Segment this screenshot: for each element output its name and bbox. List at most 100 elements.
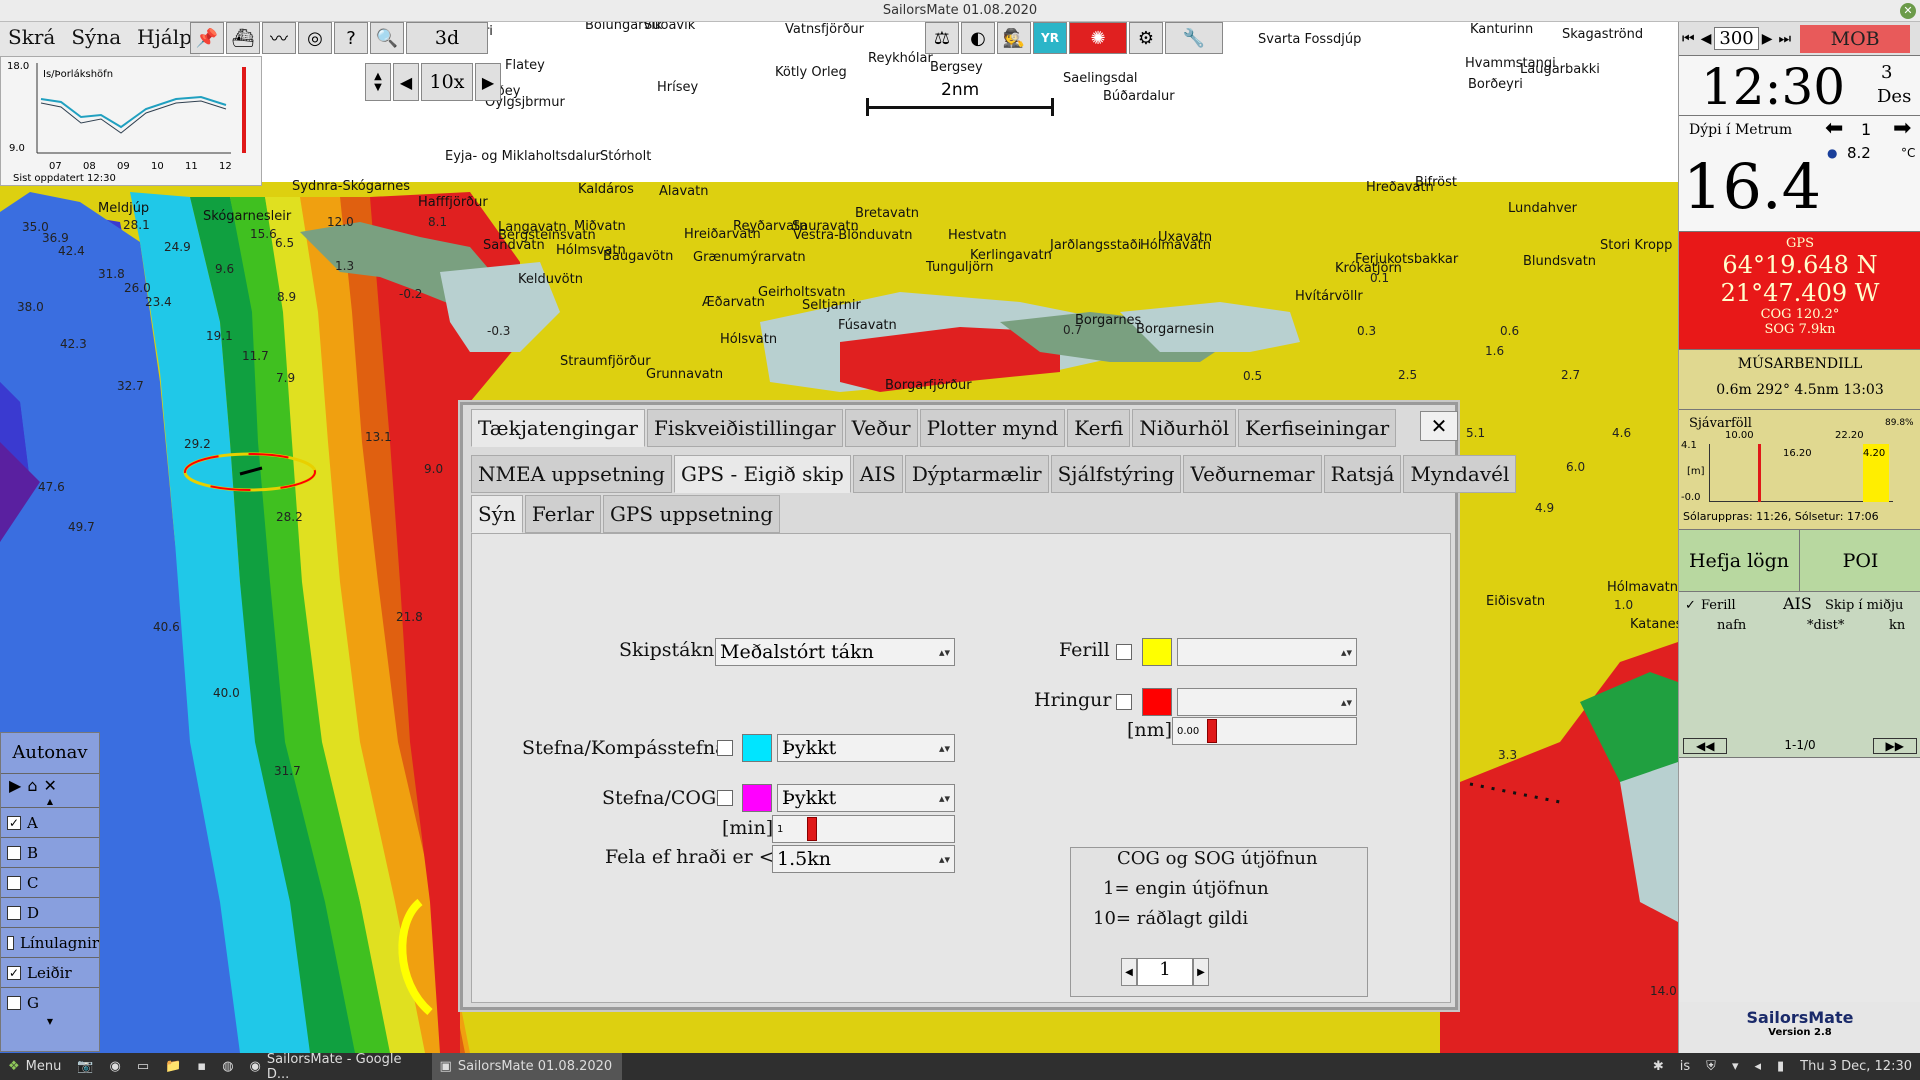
help-icon[interactable]: ?: [334, 22, 368, 54]
ais-track-check[interactable]: Ferill: [1701, 598, 1736, 613]
hide-speed-select[interactable]: 1.5kn ▴▾: [772, 845, 955, 873]
cancel-icon[interactable]: ✕: [43, 776, 56, 795]
home-icon[interactable]: ⌂: [27, 776, 37, 795]
smoothing-spinner[interactable]: ◀ 1 ▶: [1121, 958, 1209, 986]
tab-ais[interactable]: AIS: [852, 455, 903, 493]
checkbox-icon[interactable]: [7, 935, 14, 950]
view-3d-button[interactable]: 3d: [406, 22, 488, 54]
range-value[interactable]: 300: [1714, 27, 1759, 50]
zoom-in-arrow-icon[interactable]: ▶: [475, 63, 501, 101]
increment-arrow-icon[interactable]: ▶: [1193, 958, 1209, 986]
tab-weather[interactable]: Veður: [844, 409, 918, 447]
autonav-item-a[interactable]: ✓ A: [1, 807, 99, 837]
autonav-item-g[interactable]: G: [1, 987, 99, 1017]
heading-line-select[interactable]: Þykkt ▴▾: [777, 734, 955, 762]
tab-fishing[interactable]: Fiskveiðistillingar: [646, 409, 843, 447]
checkbox-icon[interactable]: [7, 905, 21, 920]
tab-gps-setup[interactable]: GPS uppsetning: [602, 495, 781, 533]
menu-file[interactable]: Skrá: [0, 22, 63, 56]
track-line-select[interactable]: ▴▾: [1177, 638, 1357, 666]
ring-line-select[interactable]: ▴▾: [1177, 688, 1357, 716]
target-icon[interactable]: ◎: [298, 22, 332, 54]
skip-back-icon[interactable]: ⏮: [1679, 31, 1698, 47]
tab-depth-sounder[interactable]: Dýptarmælir: [904, 455, 1049, 493]
dialog-close-button[interactable]: ✕: [1420, 411, 1458, 441]
tab-devices[interactable]: Tækjatengingar: [471, 409, 645, 447]
console-launcher-icon[interactable]: ▪: [189, 1053, 214, 1080]
tab-gps-own-ship[interactable]: GPS - Eigið skip: [673, 455, 851, 493]
cog-minutes-slider[interactable]: 1: [772, 815, 955, 843]
chrome-launcher-icon[interactable]: ◉: [102, 1053, 129, 1080]
volume-icon[interactable]: ◂: [1746, 1053, 1769, 1080]
tab-system[interactable]: Kerfi: [1067, 409, 1131, 447]
arrow-left-icon[interactable]: ⬅: [1825, 116, 1843, 141]
terminal-launcher-icon[interactable]: ▭: [129, 1053, 157, 1080]
ship-view-icon[interactable]: ⛴: [226, 22, 260, 54]
track-checkbox[interactable]: [1116, 644, 1132, 660]
taskbar-app-sailorsmate[interactable]: ▣ SailorsMate 01.08.2020: [431, 1053, 622, 1080]
cog-line-select[interactable]: Þykkt ▴▾: [777, 784, 955, 812]
autonav-item-routes[interactable]: ✓ Leiðir: [1, 957, 99, 987]
check-icon[interactable]: ✓: [1685, 598, 1696, 613]
step-forward-icon[interactable]: ▶: [1759, 31, 1776, 47]
tab-camera[interactable]: Myndavél: [1403, 455, 1517, 493]
tab-view[interactable]: Sýn: [471, 495, 523, 533]
menu-view[interactable]: Sýna: [63, 22, 129, 56]
zoom-search-icon[interactable]: 🔍: [370, 22, 404, 54]
zoom-out-arrow-icon[interactable]: ◀: [393, 63, 419, 101]
network-icon[interactable]: ▾: [1724, 1053, 1747, 1080]
skip-forward-icon[interactable]: ⏭: [1776, 31, 1795, 47]
checkbox-icon[interactable]: [7, 845, 21, 860]
arrow-right-icon[interactable]: ➡: [1893, 116, 1911, 141]
heading-checkbox[interactable]: [717, 740, 733, 756]
pin-icon[interactable]: 📌: [190, 22, 224, 54]
rewind-icon[interactable]: ◀◀: [1683, 738, 1728, 754]
ring-checkbox[interactable]: [1116, 694, 1132, 710]
cog-color-swatch[interactable]: [742, 784, 772, 812]
tab-system-units[interactable]: Kerfiseiningar: [1238, 409, 1397, 447]
settings-wheel-icon[interactable]: ⚙: [1129, 22, 1163, 54]
play-icon[interactable]: ▶: [9, 776, 21, 795]
window-close-button[interactable]: ✕: [1900, 3, 1916, 19]
smoothing-value[interactable]: 1: [1137, 958, 1193, 986]
tab-nmea[interactable]: NMEA uppsetning: [471, 455, 672, 493]
fast-forward-icon[interactable]: ▶▶: [1872, 738, 1917, 754]
keyboard-layout[interactable]: is: [1672, 1053, 1698, 1080]
zoom-updown-icon[interactable]: ▲ ▼: [365, 63, 391, 101]
heading-color-swatch[interactable]: [742, 734, 772, 762]
tab-tracks[interactable]: Ferlar: [524, 495, 601, 533]
scroll-down-icon[interactable]: ▼: [1, 1017, 99, 1027]
spy-icon[interactable]: 🕵: [997, 22, 1031, 54]
weather-yr-icon[interactable]: YR: [1033, 22, 1067, 54]
scroll-up-icon[interactable]: ▲: [1, 797, 99, 807]
autonav-item-b[interactable]: B: [1, 837, 99, 867]
cog-checkbox[interactable]: [717, 790, 733, 806]
ais-center-check[interactable]: Skip í miðju: [1825, 598, 1903, 613]
start-menu-button[interactable]: ❖ Menu: [0, 1053, 69, 1080]
bluetooth-icon[interactable]: ✱: [1645, 1053, 1672, 1080]
tab-radar[interactable]: Ratsjá: [1323, 455, 1402, 493]
slider-thumb[interactable]: [807, 817, 817, 841]
track-color-swatch[interactable]: [1142, 638, 1172, 666]
autonav-item-lines[interactable]: Línulagnir: [1, 927, 99, 957]
taskbar-app-chrome[interactable]: ◉ SailorsMate - Google D...: [242, 1052, 432, 1080]
tab-weather-sensors[interactable]: Veðurnemar: [1183, 455, 1322, 493]
start-log-button[interactable]: Hefja lögn: [1679, 530, 1800, 591]
slider-thumb[interactable]: [1207, 719, 1217, 743]
ship-symbol-select[interactable]: Meðalstórt tákn ▴▾: [715, 638, 955, 666]
firefox-launcher-icon[interactable]: ◍: [214, 1053, 241, 1080]
step-back-icon[interactable]: ◀: [1698, 31, 1715, 47]
checkbox-checked-icon[interactable]: ✓: [7, 965, 21, 980]
mob-button[interactable]: MOB: [1800, 24, 1911, 53]
tab-plotter[interactable]: Plotter mynd: [919, 409, 1066, 447]
decrement-arrow-icon[interactable]: ◀: [1121, 958, 1137, 986]
autonav-item-c[interactable]: C: [1, 867, 99, 897]
ring-radius-slider[interactable]: 0.00: [1172, 717, 1357, 745]
alarm-icon[interactable]: ✺: [1069, 22, 1127, 54]
scales-icon[interactable]: ⚖: [925, 22, 959, 54]
checkbox-checked-icon[interactable]: ✓: [7, 815, 21, 830]
battery-icon[interactable]: ▮: [1769, 1053, 1792, 1080]
poi-button[interactable]: POI: [1800, 530, 1920, 591]
tab-autopilot[interactable]: Sjálfstýring: [1050, 455, 1182, 493]
wrench-icon[interactable]: 🔧: [1165, 22, 1223, 54]
